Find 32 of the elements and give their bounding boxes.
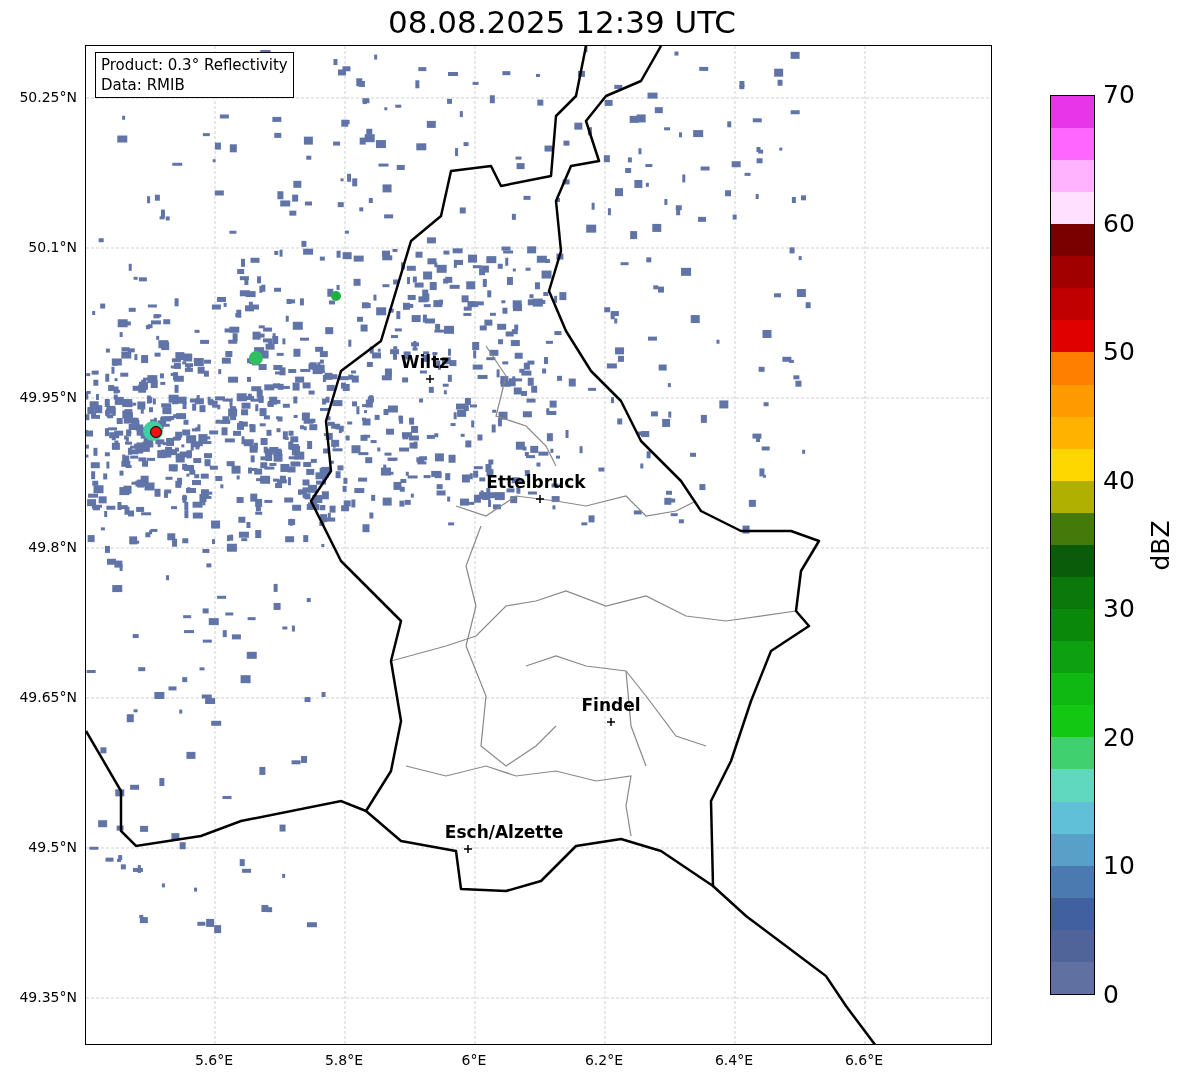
colorbar-tick-label: 0: [1103, 982, 1119, 1007]
longitude-tick-label: 6.2°E: [584, 1053, 624, 1067]
latitude-tick-label: 49.5°N: [28, 840, 77, 854]
plus-icon: [536, 495, 544, 503]
colorbar-tick-label: 20: [1103, 724, 1135, 750]
colorbar-tick-label: 50: [1103, 339, 1135, 365]
latitude-tick-label: 50.1°N: [28, 240, 77, 254]
longitude-tick-label: 6.4°E: [714, 1053, 754, 1067]
colorbar-axis-label: dBZ: [1147, 519, 1173, 571]
latitude-tick-label: 50.25°N: [19, 90, 77, 104]
longitude-tick-label: 5.8°E: [324, 1053, 364, 1067]
chart-title: 08.08.2025 12:39 UTC: [388, 3, 736, 43]
legend-text: Product: 0.3° Reflectivity: [101, 55, 288, 75]
place-label: Findel: [581, 697, 641, 714]
colorbar-tick-label: 70: [1103, 82, 1135, 107]
colorbar-tick-label: 30: [1103, 596, 1135, 622]
colorbar-tick-label: 10: [1103, 853, 1135, 879]
longitude-tick-label: 5.6°E: [194, 1053, 234, 1067]
plus-icon: [426, 375, 434, 383]
plus-icon: [464, 845, 472, 853]
longitude-tick-label: 6.6°E: [844, 1053, 884, 1067]
latitude-tick-label: 49.8°N: [28, 540, 77, 554]
plus-icon: [607, 718, 615, 726]
place-label: Ettelbruck: [486, 474, 586, 491]
colorbar-tick-label: 40: [1103, 467, 1135, 493]
longitude-tick-label: 6°E: [461, 1053, 487, 1067]
latitude-tick-label: 49.65°N: [19, 690, 77, 704]
latitude-tick-label: 49.95°N: [19, 390, 77, 404]
legend-text: Data: RMIB: [101, 75, 186, 95]
colorbar-tick-label: 60: [1103, 210, 1135, 236]
place-label: Esch/Alzette: [444, 824, 564, 841]
latitude-tick-label: 49.35°N: [19, 990, 77, 1004]
